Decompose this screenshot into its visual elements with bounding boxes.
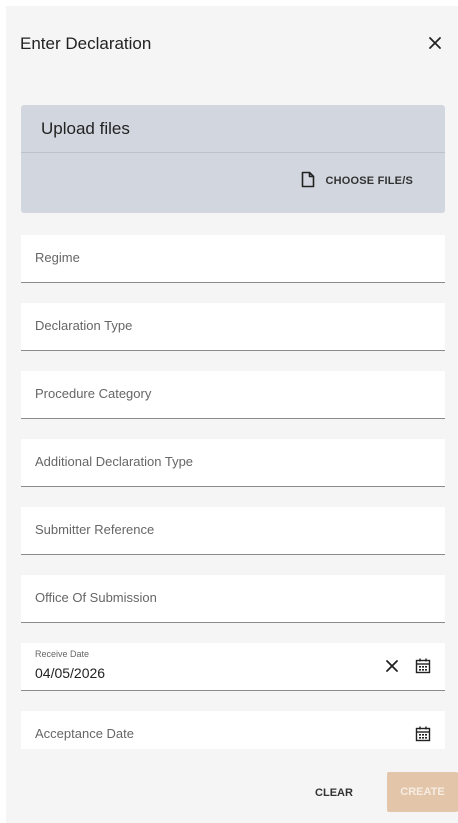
- upload-files-title: Upload files: [41, 119, 130, 138]
- enter-declaration-dialog: Enter Declaration Upload files CHOOSE FI…: [6, 6, 458, 823]
- receive-date-value: 04/05/2026: [35, 665, 106, 681]
- acceptance-date-label: Acceptance Date: [35, 726, 135, 741]
- clear-date-icon[interactable]: [383, 657, 401, 675]
- acceptance-date-field[interactable]: Acceptance Date: [21, 711, 445, 749]
- regime-label: Regime: [35, 250, 80, 265]
- submitter-reference-label: Submitter Reference: [35, 522, 155, 537]
- office-of-submission-label: Office Of Submission: [35, 590, 157, 605]
- create-button[interactable]: CREATE: [387, 772, 458, 812]
- submitter-reference-field[interactable]: Submitter Reference: [21, 507, 445, 555]
- calendar-icon[interactable]: [414, 657, 432, 675]
- file-icon: [301, 171, 315, 191]
- clear-button[interactable]: CLEAR: [309, 778, 359, 808]
- choose-files-button[interactable]: CHOOSE FILE/S: [301, 171, 413, 191]
- upload-files-panel: Upload files CHOOSE FILE/S: [21, 105, 445, 213]
- regime-field[interactable]: Regime: [21, 235, 445, 283]
- close-icon[interactable]: [424, 32, 446, 54]
- calendar-icon[interactable]: [414, 725, 432, 743]
- dialog-header: Enter Declaration: [6, 6, 458, 78]
- receive-date-field[interactable]: Receive Date 04/05/2026: [21, 643, 445, 691]
- additional-declaration-type-label: Additional Declaration Type: [35, 454, 194, 469]
- receive-date-label: Receive Date: [35, 649, 90, 659]
- additional-declaration-type-field[interactable]: Additional Declaration Type: [21, 439, 445, 487]
- procedure-category-field[interactable]: Procedure Category: [21, 371, 445, 419]
- declaration-type-field[interactable]: Declaration Type: [21, 303, 445, 351]
- procedure-category-label: Procedure Category: [35, 386, 152, 401]
- office-of-submission-field[interactable]: Office Of Submission: [21, 575, 445, 623]
- declaration-type-label: Declaration Type: [35, 318, 133, 333]
- dialog-title: Enter Declaration: [20, 34, 152, 53]
- upload-divider: [21, 152, 445, 153]
- choose-files-label: CHOOSE FILE/S: [325, 175, 413, 187]
